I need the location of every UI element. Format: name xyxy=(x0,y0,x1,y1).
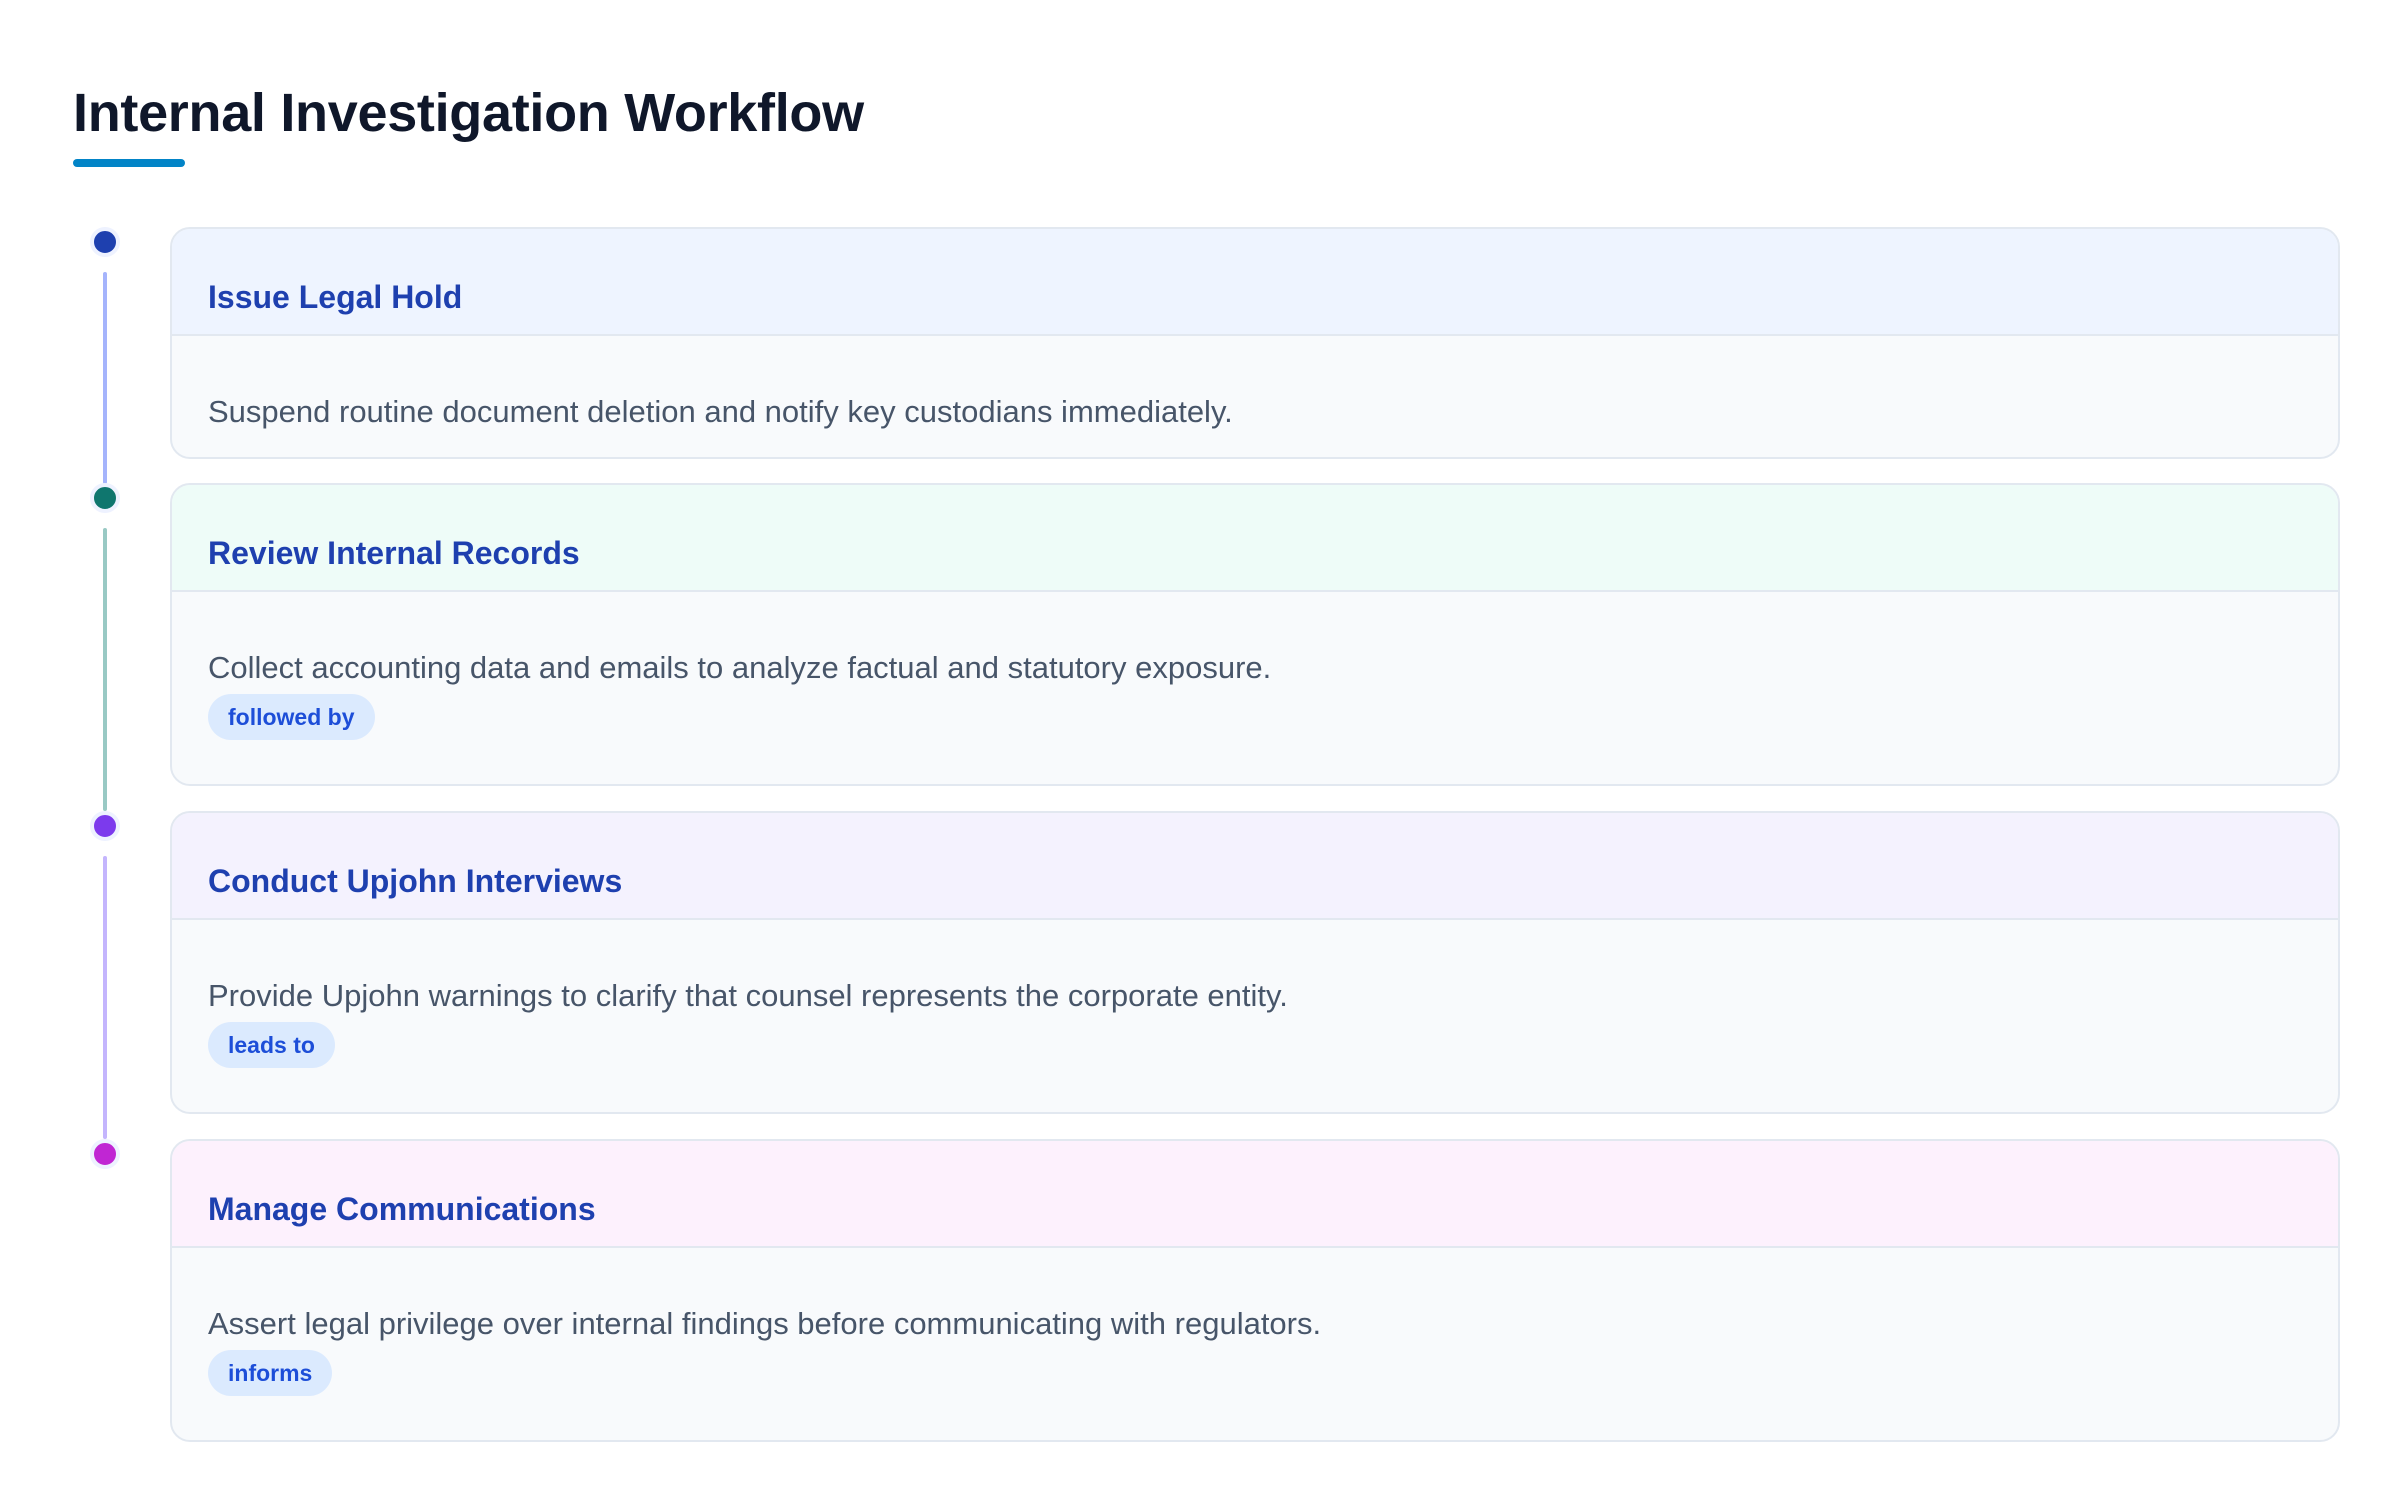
step-description: Collect accounting data and emails to an… xyxy=(208,650,1272,685)
timeline-connector xyxy=(103,528,107,811)
timeline-connector xyxy=(103,272,107,484)
step-card-body: Collect accounting data and emails to an… xyxy=(172,592,2338,740)
step-card-body: Provide Upjohn warnings to clarify that … xyxy=(172,920,2338,1068)
step-description: Assert legal privilege over internal fin… xyxy=(208,1306,1322,1341)
relation-badge: informs xyxy=(208,1350,333,1396)
step-title: Manage Communications xyxy=(208,1191,596,1227)
step-card: Manage Communications Assert legal privi… xyxy=(170,1139,2340,1442)
step-card-body: Assert legal privilege over internal fin… xyxy=(172,1248,2338,1396)
step-card: Issue Legal Hold Suspend routine documen… xyxy=(170,227,2340,459)
timeline-node xyxy=(90,483,120,513)
step-description: Suspend routine document deletion and no… xyxy=(208,394,1233,429)
step-card: Review Internal Records Collect accounti… xyxy=(170,483,2340,786)
step-card-header: Conduct Upjohn Interviews xyxy=(172,813,2338,920)
step-card: Conduct Upjohn Interviews Provide Upjohn… xyxy=(170,811,2340,1114)
timeline-connector xyxy=(103,856,107,1139)
workflow-page: Internal Investigation Workflow Issue Le… xyxy=(0,0,2400,1504)
step-card-header: Manage Communications xyxy=(172,1141,2338,1248)
relation-badge: leads to xyxy=(208,1022,335,1068)
title-underline xyxy=(73,159,185,167)
step-title: Review Internal Records xyxy=(208,535,580,571)
step-card-header: Issue Legal Hold xyxy=(172,229,2338,336)
timeline-node xyxy=(90,811,120,841)
page-title: Internal Investigation Workflow xyxy=(73,83,864,143)
step-title: Issue Legal Hold xyxy=(208,279,463,315)
timeline-node xyxy=(90,1139,120,1169)
step-description: Provide Upjohn warnings to clarify that … xyxy=(208,978,1288,1013)
timeline-node xyxy=(90,227,120,257)
step-card-body: Suspend routine document deletion and no… xyxy=(172,336,2338,430)
step-card-header: Review Internal Records xyxy=(172,485,2338,592)
step-title: Conduct Upjohn Interviews xyxy=(208,863,623,899)
relation-badge: followed by xyxy=(208,694,375,740)
